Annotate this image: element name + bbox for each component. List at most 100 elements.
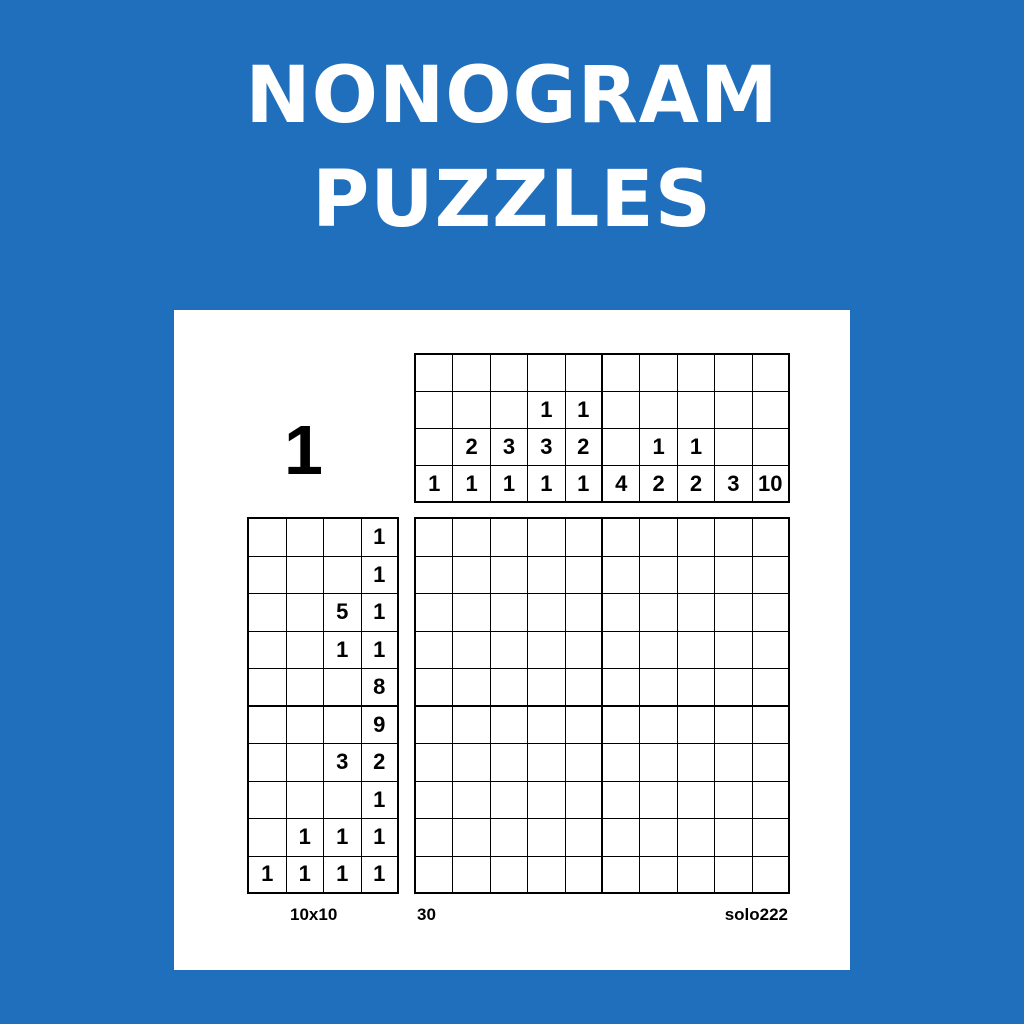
solution-cell[interactable] bbox=[453, 744, 491, 782]
solution-cell[interactable] bbox=[603, 594, 641, 632]
solution-cell[interactable] bbox=[603, 556, 641, 594]
solution-cell[interactable] bbox=[677, 669, 716, 707]
solution-cell[interactable] bbox=[528, 706, 566, 744]
solution-cell[interactable] bbox=[677, 556, 716, 594]
solution-cell[interactable] bbox=[565, 669, 603, 707]
solution-cell[interactable] bbox=[416, 744, 454, 782]
solution-cell[interactable] bbox=[453, 819, 491, 857]
solution-cell[interactable] bbox=[603, 819, 641, 857]
solution-cell[interactable] bbox=[752, 744, 790, 782]
solution-cell[interactable] bbox=[490, 706, 529, 744]
solution-cell[interactable] bbox=[528, 856, 566, 894]
solution-cell[interactable] bbox=[416, 556, 454, 594]
solution-cell[interactable] bbox=[528, 556, 566, 594]
solution-cell[interactable] bbox=[490, 819, 529, 857]
solution-cell[interactable] bbox=[677, 519, 716, 557]
solution-cell[interactable] bbox=[715, 819, 753, 857]
solution-cell[interactable] bbox=[640, 819, 678, 857]
solution-cell[interactable] bbox=[715, 556, 753, 594]
solution-cell[interactable] bbox=[416, 781, 454, 819]
solution-cell[interactable] bbox=[453, 669, 491, 707]
solution-cell[interactable] bbox=[752, 856, 790, 894]
solution-cell[interactable] bbox=[528, 781, 566, 819]
solution-cell[interactable] bbox=[490, 669, 529, 707]
solution-cell[interactable] bbox=[453, 519, 491, 557]
solution-cell[interactable] bbox=[416, 594, 454, 632]
solution-cell[interactable] bbox=[565, 706, 603, 744]
solution-cell[interactable] bbox=[565, 856, 603, 894]
solution-cell[interactable] bbox=[416, 519, 454, 557]
solution-cell[interactable] bbox=[640, 706, 678, 744]
solution-cell[interactable] bbox=[752, 519, 790, 557]
solution-cell[interactable] bbox=[715, 781, 753, 819]
solution-cell[interactable] bbox=[490, 519, 529, 557]
solution-cell[interactable] bbox=[528, 744, 566, 782]
solution-cell[interactable] bbox=[490, 594, 529, 632]
solution-cell[interactable] bbox=[565, 631, 603, 669]
solution-cell[interactable] bbox=[603, 669, 641, 707]
solution-cell[interactable] bbox=[677, 594, 716, 632]
solution-cell[interactable] bbox=[640, 669, 678, 707]
solution-cell[interactable] bbox=[453, 781, 491, 819]
solution-cell[interactable] bbox=[603, 519, 641, 557]
solution-cell[interactable] bbox=[677, 631, 716, 669]
solution-cell[interactable] bbox=[453, 556, 491, 594]
solution-cell[interactable] bbox=[677, 819, 716, 857]
solution-cell[interactable] bbox=[752, 781, 790, 819]
solution-cell[interactable] bbox=[752, 556, 790, 594]
solution-cell[interactable] bbox=[490, 631, 529, 669]
solution-cell[interactable] bbox=[528, 594, 566, 632]
solution-cell[interactable] bbox=[677, 744, 716, 782]
solution-cell[interactable] bbox=[640, 781, 678, 819]
solution-cell[interactable] bbox=[715, 631, 753, 669]
solution-cell[interactable] bbox=[416, 669, 454, 707]
solution-cell[interactable] bbox=[715, 519, 753, 557]
solution-cell[interactable] bbox=[640, 744, 678, 782]
solution-cell[interactable] bbox=[677, 781, 716, 819]
solution-cell[interactable] bbox=[528, 819, 566, 857]
solution-cell[interactable] bbox=[752, 669, 790, 707]
solution-cell[interactable] bbox=[715, 706, 753, 744]
solution-cell[interactable] bbox=[490, 556, 529, 594]
solution-cell[interactable] bbox=[603, 631, 641, 669]
solution-cell[interactable] bbox=[752, 631, 790, 669]
solution-cell[interactable] bbox=[453, 631, 491, 669]
solution-cell[interactable] bbox=[490, 781, 529, 819]
solution-cell[interactable] bbox=[565, 556, 603, 594]
solution-cell[interactable] bbox=[640, 631, 678, 669]
solution-cell[interactable] bbox=[715, 669, 753, 707]
solution-cell[interactable] bbox=[752, 819, 790, 857]
solution-cell[interactable] bbox=[528, 519, 566, 557]
solution-cell[interactable] bbox=[677, 856, 716, 894]
solution-cell[interactable] bbox=[565, 744, 603, 782]
solution-cell[interactable] bbox=[416, 856, 454, 894]
solution-cell[interactable] bbox=[715, 594, 753, 632]
solution-cell[interactable] bbox=[453, 594, 491, 632]
solution-cell[interactable] bbox=[640, 519, 678, 557]
solution-cell[interactable] bbox=[715, 744, 753, 782]
solution-cell[interactable] bbox=[752, 706, 790, 744]
solution-cell[interactable] bbox=[490, 744, 529, 782]
solution-cell[interactable] bbox=[416, 706, 454, 744]
solution-cell[interactable] bbox=[416, 631, 454, 669]
solution-cell[interactable] bbox=[490, 856, 529, 894]
solution-cell[interactable] bbox=[565, 594, 603, 632]
solution-cell[interactable] bbox=[603, 856, 641, 894]
solution-cell[interactable] bbox=[715, 856, 753, 894]
solution-cell[interactable] bbox=[640, 594, 678, 632]
solution-cell[interactable] bbox=[416, 819, 454, 857]
solution-cell[interactable] bbox=[603, 744, 641, 782]
solution-cell[interactable] bbox=[603, 781, 641, 819]
solution-cell[interactable] bbox=[565, 781, 603, 819]
solution-cell[interactable] bbox=[528, 669, 566, 707]
solution-cell[interactable] bbox=[453, 706, 491, 744]
solution-cell[interactable] bbox=[453, 856, 491, 894]
solution-cell[interactable] bbox=[640, 856, 678, 894]
solution-cell[interactable] bbox=[677, 706, 716, 744]
solution-cell[interactable] bbox=[528, 631, 566, 669]
solution-cell[interactable] bbox=[603, 706, 641, 744]
solution-cell[interactable] bbox=[640, 556, 678, 594]
solution-cell[interactable] bbox=[565, 519, 603, 557]
solution-cell[interactable] bbox=[565, 819, 603, 857]
solution-cell[interactable] bbox=[752, 594, 790, 632]
